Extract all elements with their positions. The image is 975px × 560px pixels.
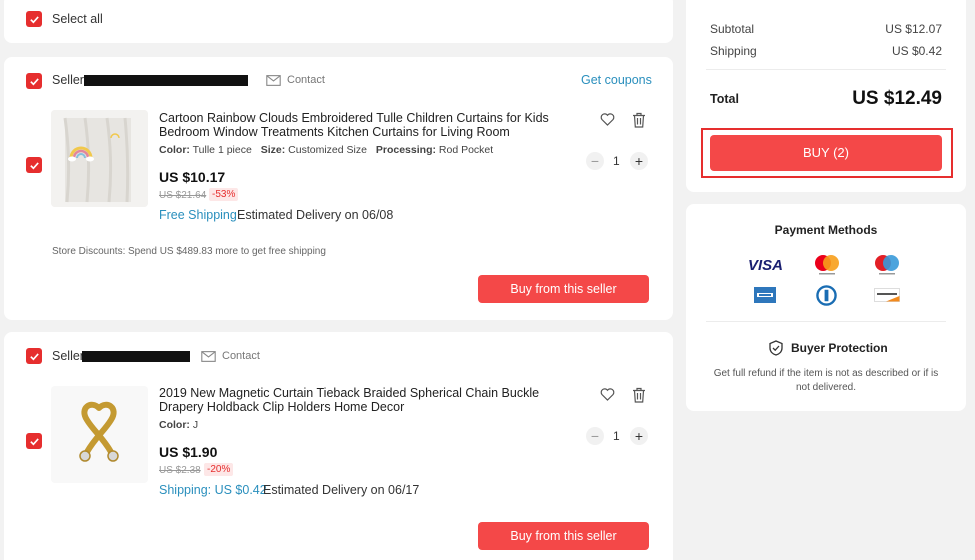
mail-icon[interactable] (201, 351, 216, 362)
diners-club-logo (816, 285, 837, 306)
discover-logo (874, 288, 900, 302)
item-2-image[interactable] (51, 386, 148, 483)
item-2-old-price: US $2.38 (159, 465, 201, 476)
store-discount-label: Store Discounts: (52, 246, 126, 257)
shipping-value: US $0.42 (891, 44, 942, 58)
quantity-decrease-button[interactable]: − (586, 427, 604, 445)
store-card-1: Seller: Contact Get coupons Cartoon Rain… (4, 57, 673, 320)
attr-value: Tulle 1 piece (192, 144, 252, 156)
maestro-logo (875, 255, 899, 275)
item-2-quantity[interactable]: 1 (613, 429, 620, 443)
mastercard-logo (815, 255, 839, 275)
order-summary-card: Subtotal US $12.07 Shipping US $0.42 Tot… (686, 0, 966, 192)
item-2-discount-badge: -20% (204, 463, 234, 476)
item-1-discount-badge: -53% (209, 188, 239, 201)
buy-from-seller-button[interactable]: Buy from this seller (478, 522, 649, 550)
item-1-price: US $10.17 (159, 169, 226, 185)
item-1-title-line2[interactable]: Bedroom Window Treatments Kitchen Curtai… (159, 125, 510, 139)
item-1-checkbox[interactable] (26, 157, 42, 173)
item-2-attributes: Color: J (159, 419, 198, 431)
shield-check-icon (769, 340, 783, 356)
trash-icon[interactable] (632, 387, 646, 403)
attr-value: J (192, 419, 199, 431)
item-1-old-price: US $21.64 (159, 190, 207, 201)
payment-methods-title: Payment Methods (774, 223, 878, 237)
select-all-card: Select all (4, 0, 673, 43)
item-2-title-line1[interactable]: 2019 New Magnetic Curtain Tieback Braide… (159, 386, 539, 400)
item-2-shipping: Shipping: US $0.42 (159, 483, 267, 497)
item-1-quantity[interactable]: 1 (613, 154, 620, 168)
buyer-protection-title: Buyer Protection (791, 341, 888, 355)
payment-divider (706, 321, 946, 322)
total-label: Total (710, 92, 739, 106)
seller-name-redacted (84, 75, 248, 86)
item-2-price: US $1.90 (159, 444, 218, 460)
attr-key: Size: (260, 144, 286, 156)
heart-icon[interactable] (600, 388, 615, 401)
visa-logo: VISA (748, 257, 784, 274)
buyer-protection-line2: not delivered. (795, 382, 857, 393)
summary-divider (706, 69, 946, 70)
quantity-increase-button[interactable]: + (630, 427, 648, 445)
buy-button[interactable]: BUY (2) (710, 135, 942, 171)
payment-methods-card: Payment Methods VISA Buyer Protection Ge… (686, 204, 966, 411)
item-1-delivery: Estimated Delivery on 06/08 (237, 208, 394, 222)
attr-key: Processing: (375, 144, 436, 156)
subtotal-value: US $12.07 (885, 22, 942, 36)
seller-label: Seller: (52, 73, 88, 87)
seller-name-redacted (82, 351, 190, 362)
total-value: US $12.49 (852, 88, 942, 109)
quantity-decrease-button[interactable]: − (586, 152, 604, 170)
store-2-checkbox[interactable] (26, 348, 42, 364)
attr-key: Color: (159, 144, 190, 156)
store-1-checkbox[interactable] (26, 73, 42, 89)
heart-icon[interactable] (600, 113, 615, 126)
check-icon (29, 352, 39, 360)
trash-icon[interactable] (632, 112, 646, 128)
rainbow-curtain-image (51, 110, 148, 207)
buyer-protection-line1: Get full refund if the item is not as de… (713, 368, 939, 379)
select-all-label: Select all (52, 12, 103, 26)
store-card-2: Seller: Contact 2019 New Magnetic Curtai… (4, 332, 673, 560)
mail-icon[interactable] (266, 75, 281, 86)
contact-link[interactable]: Contact (287, 74, 325, 86)
buy-from-seller-button[interactable]: Buy from this seller (478, 275, 649, 303)
item-1-attributes: Color: Tulle 1 piece Size: Customized Si… (159, 144, 493, 156)
item-1-shipping: Free Shipping (159, 208, 237, 222)
check-icon (29, 161, 39, 169)
attr-key: Color: (159, 419, 190, 431)
item-2-checkbox[interactable] (26, 433, 42, 449)
item-2-title-line2[interactable]: Drapery Holdback Clip Holders Home Decor (159, 400, 404, 414)
amex-logo (754, 287, 776, 303)
quantity-increase-button[interactable]: + (630, 152, 648, 170)
check-icon (29, 77, 39, 85)
item-1-image[interactable] (51, 110, 148, 207)
check-icon (29, 15, 39, 23)
item-2-delivery: Estimated Delivery on 06/17 (263, 483, 420, 497)
tieback-image (51, 386, 148, 483)
shipping-label: Shipping (710, 44, 757, 58)
attr-value: Customized Size (288, 144, 367, 156)
store-discount-text: Spend US $489.83 more to get free shippi… (128, 246, 326, 257)
item-1-title-line1[interactable]: Cartoon Rainbow Clouds Embroidered Tulle… (159, 111, 549, 125)
subtotal-label: Subtotal (710, 22, 755, 36)
attr-value: Rod Pocket (438, 144, 494, 156)
get-coupons-link[interactable]: Get coupons (581, 73, 652, 87)
check-icon (29, 437, 39, 445)
select-all-checkbox[interactable] (26, 11, 42, 27)
contact-link[interactable]: Contact (222, 350, 260, 362)
